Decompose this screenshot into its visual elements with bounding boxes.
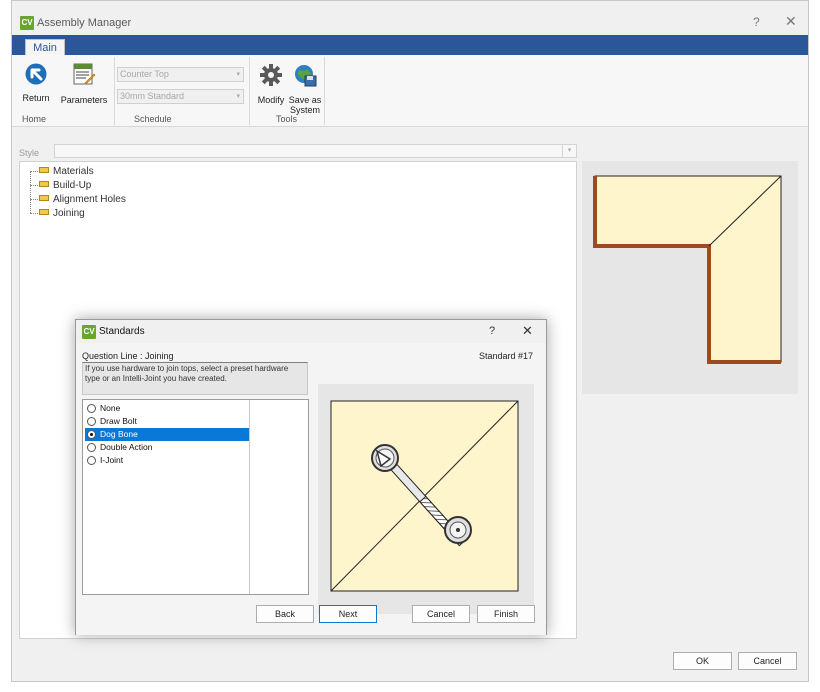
tree-item-joining[interactable]: Joining	[30, 207, 85, 220]
finish-button[interactable]: Finish	[477, 605, 535, 623]
tree-connector	[30, 213, 38, 214]
options-list: None Draw Bolt Dog Bone Double Action I-…	[82, 399, 309, 595]
ribbon-separator	[324, 57, 325, 125]
app-logo-icon: CV	[20, 16, 34, 30]
ribbon-tab-bar	[12, 35, 808, 55]
tree-connector	[30, 185, 38, 186]
dialog-body: Question Line : Joining Standard #17 If …	[76, 343, 546, 635]
dialog-title: Standards	[99, 326, 145, 337]
tree-item-label: Alignment Holes	[53, 194, 126, 205]
tree-item-alignment-holes[interactable]: Alignment Holes	[30, 193, 126, 206]
schedule-combo-2-value: 30mm Standard	[120, 91, 185, 101]
parameters-sheet-icon	[73, 63, 96, 85]
group-home-label: Home	[22, 114, 47, 124]
radio-icon	[87, 404, 96, 413]
globe-save-icon	[295, 65, 317, 87]
tree-item-label: Materials	[53, 166, 94, 177]
standards-dialog: CV Standards ? ✕ Question Line : Joining…	[75, 319, 547, 635]
back-button[interactable]: Back	[256, 605, 314, 623]
option-dog-bone[interactable]: Dog Bone	[85, 428, 249, 441]
dialog-help-button[interactable]: ?	[489, 325, 495, 337]
style-label: Style	[19, 148, 40, 158]
return-button[interactable]: Return	[16, 59, 56, 103]
option-double-action[interactable]: Double Action	[85, 441, 249, 454]
app-logo-icon: CV	[82, 325, 96, 339]
folder-icon	[39, 195, 49, 202]
l-shaped-top-drawing	[593, 175, 782, 364]
option-i-joint[interactable]: I-Joint	[85, 454, 249, 467]
ok-button[interactable]: OK	[673, 652, 732, 670]
ribbon: Return Parameters Counter Top ▾ 30mm Sta…	[12, 55, 808, 127]
column-divider	[249, 400, 250, 594]
style-select[interactable]: ▾	[54, 144, 577, 158]
dog-bone-joint-drawing	[330, 400, 519, 592]
ribbon-separator	[249, 57, 250, 125]
option-none[interactable]: None	[85, 402, 249, 415]
folder-icon	[39, 209, 49, 216]
option-draw-bolt[interactable]: Draw Bolt	[85, 415, 249, 428]
return-arrow-icon	[25, 63, 47, 85]
save-as-system-label-1: Save as	[288, 95, 322, 105]
option-label: Double Action	[100, 442, 153, 452]
option-label: I-Joint	[100, 455, 124, 465]
tree-item-label: Joining	[53, 208, 85, 219]
question-line: Question Line : Joining	[82, 351, 174, 361]
close-window-button[interactable]: ✕	[785, 13, 797, 30]
dialog-cancel-button[interactable]: Cancel	[412, 605, 470, 623]
tree-connector	[30, 171, 38, 172]
chevron-down-icon: ▾	[562, 145, 576, 157]
chevron-down-icon: ▾	[236, 71, 240, 78]
folder-icon	[39, 167, 49, 174]
option-label: Draw Bolt	[100, 416, 137, 426]
modify-button[interactable]: Modify	[254, 59, 288, 105]
chevron-down-icon: ▾	[236, 93, 240, 100]
radio-icon	[87, 456, 96, 465]
parameters-label: Parameters	[60, 95, 108, 105]
schedule-combo-1[interactable]: Counter Top ▾	[117, 67, 244, 82]
hardware-preview	[318, 384, 534, 614]
cancel-button[interactable]: Cancel	[738, 652, 797, 670]
title-bar: CV Assembly Manager ? ✕	[12, 1, 808, 35]
radio-icon	[87, 417, 96, 426]
tree-item-label: Build-Up	[53, 180, 92, 191]
radio-selected-icon	[87, 430, 96, 439]
radio-icon	[87, 443, 96, 452]
option-label: None	[100, 403, 121, 413]
gear-icon	[260, 64, 282, 86]
standard-number: Standard #17	[478, 351, 533, 361]
return-label: Return	[22, 93, 50, 103]
question-description: If you use hardware to join tops, select…	[82, 362, 308, 395]
countertop-preview	[582, 161, 798, 394]
tree-item-build-up[interactable]: Build-Up	[30, 179, 91, 192]
save-as-system-button[interactable]: Save as System	[288, 59, 322, 115]
window-title: Assembly Manager	[37, 17, 132, 29]
tab-main[interactable]: Main	[25, 39, 65, 56]
help-button[interactable]: ?	[753, 15, 760, 29]
group-tools-label: Tools	[276, 114, 298, 124]
schedule-combo-1-value: Counter Top	[120, 69, 169, 79]
tree-connector	[30, 199, 38, 200]
next-button[interactable]: Next	[319, 605, 377, 623]
modify-label: Modify	[257, 95, 285, 105]
dialog-close-button[interactable]: ✕	[522, 323, 533, 339]
parameters-button[interactable]: Parameters	[60, 59, 108, 105]
schedule-combo-2[interactable]: 30mm Standard ▾	[117, 89, 244, 104]
option-label: Dog Bone	[100, 429, 138, 439]
ribbon-separator	[114, 57, 115, 125]
tree-item-materials[interactable]: Materials	[30, 165, 94, 178]
group-schedule-label: Schedule	[134, 114, 172, 124]
folder-icon	[39, 181, 49, 188]
